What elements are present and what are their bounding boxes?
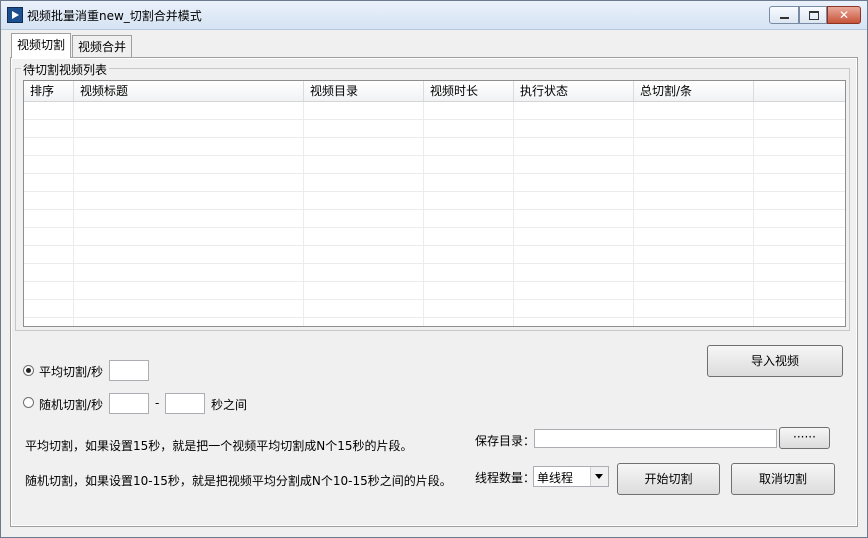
- column-header-total-cuts[interactable]: 总切割/条: [634, 81, 754, 101]
- grid-line: [633, 102, 634, 326]
- table-body: [24, 102, 845, 326]
- grid-line: [423, 102, 424, 326]
- close-icon: ✕: [838, 8, 850, 22]
- video-list-group-label: 待切割视频列表: [21, 61, 110, 78]
- cancel-cut-button[interactable]: 取消切割: [731, 463, 835, 495]
- tab-video-merge[interactable]: 视频合并: [72, 35, 132, 57]
- maximize-icon: [809, 11, 819, 20]
- grid-line: [753, 102, 754, 326]
- save-dir-label: 保存目录：: [475, 434, 536, 448]
- grid-line: [513, 102, 514, 326]
- minimize-button[interactable]: [769, 6, 799, 24]
- range-dash: -: [155, 396, 160, 410]
- column-header-order[interactable]: 排序: [24, 81, 74, 101]
- column-header-directory[interactable]: 视频目录: [304, 81, 424, 101]
- tab-video-cut[interactable]: 视频切割: [11, 33, 71, 58]
- range-suffix-label: 秒之间: [211, 398, 248, 412]
- title-bar[interactable]: 视频批量消重new_切割合并模式 ✕: [1, 1, 867, 30]
- threads-select[interactable]: 单线程: [533, 466, 609, 487]
- average-cut-radio[interactable]: [23, 365, 34, 376]
- minimize-icon: [780, 17, 789, 19]
- threads-label: 线程数量：: [475, 471, 536, 485]
- import-video-button[interactable]: 导入视频: [707, 345, 843, 377]
- video-list-table[interactable]: 排序 视频标题 视频目录 视频时长 执行状态 总切割/条: [23, 80, 846, 327]
- threads-selected-value: 单线程: [537, 471, 574, 485]
- average-seconds-input[interactable]: [109, 360, 149, 381]
- column-header-filler: [754, 81, 845, 101]
- column-header-status[interactable]: 执行状态: [514, 81, 634, 101]
- maximize-button[interactable]: [799, 6, 827, 24]
- chevron-down-icon[interactable]: [590, 467, 608, 486]
- grid-line: [303, 102, 304, 326]
- random-cut-label: 随机切割/秒: [39, 398, 104, 412]
- browse-button[interactable]: ······: [779, 427, 830, 449]
- close-button[interactable]: ✕: [827, 6, 861, 24]
- help-text-average: 平均切割，如果设置15秒，就是把一个视频平均切割成N个15秒的片段。: [25, 439, 413, 453]
- random-min-input[interactable]: [109, 393, 149, 414]
- random-max-input[interactable]: [165, 393, 205, 414]
- window-title: 视频批量消重new_切割合并模式: [27, 9, 202, 23]
- start-cut-button[interactable]: 开始切割: [617, 463, 720, 495]
- average-cut-label: 平均切割/秒: [39, 365, 104, 379]
- random-cut-radio[interactable]: [23, 397, 34, 408]
- help-text-random: 随机切割，如果设置10-15秒，就是把视频平均分割成N个10-15秒之间的片段。: [25, 474, 452, 488]
- save-dir-input[interactable]: [534, 429, 777, 448]
- column-header-duration[interactable]: 视频时长: [424, 81, 514, 101]
- table-header: 排序 视频标题 视频目录 视频时长 执行状态 总切割/条: [24, 81, 845, 102]
- video-app-icon: [7, 7, 23, 23]
- grid-line: [73, 102, 74, 326]
- column-header-title[interactable]: 视频标题: [74, 81, 304, 101]
